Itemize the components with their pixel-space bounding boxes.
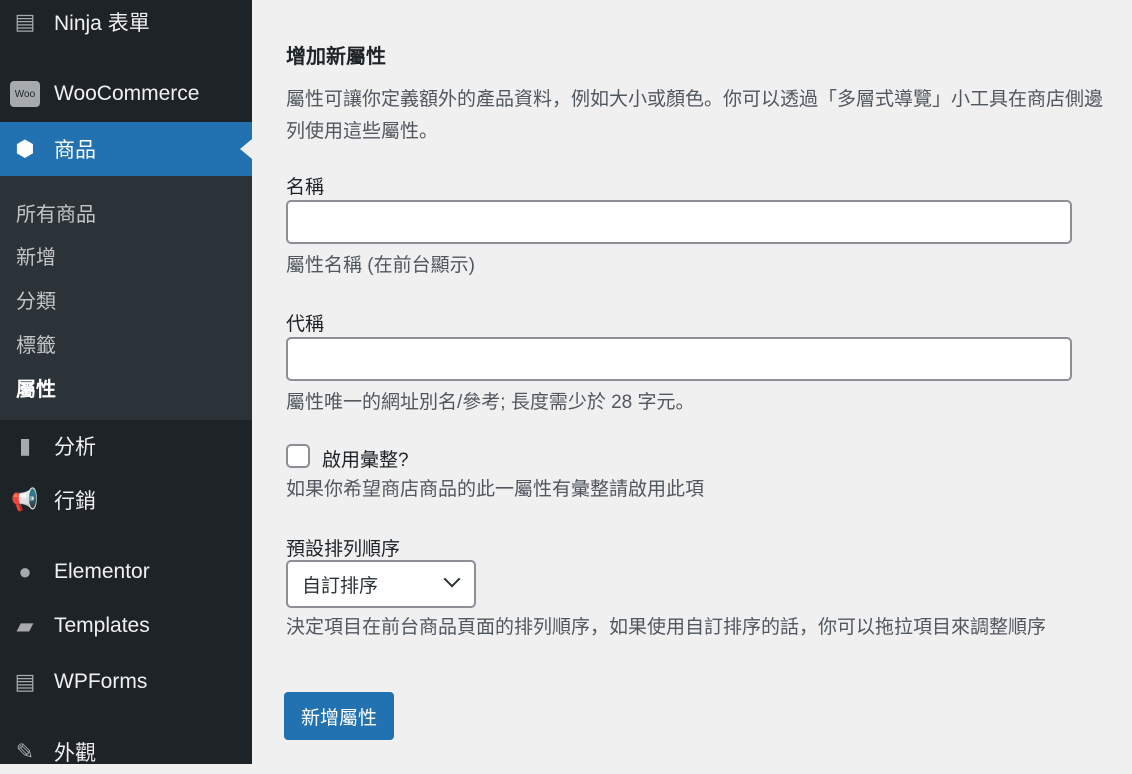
slug-help: 屬性唯一的網址別名/參考; 長度需少於 28 字元。 — [286, 392, 695, 413]
submenu-tags[interactable]: 標籤 — [16, 329, 56, 358]
add-attribute-button[interactable]: 新增屬性 — [284, 692, 395, 740]
admin-sidebar: ▤ Ninja 表單 Woo WooCommerce ⬢ 商品 所有商品 新增 分類 … — [0, 0, 252, 765]
products-submenu: 所有商品 新增 分類 標籤 屬性 — [0, 176, 252, 420]
menu-woocommerce[interactable]: Woo WooCommerce — [0, 72, 252, 116]
megaphone-icon: 📢 — [11, 487, 39, 512]
menu-elementor[interactable]: ● Elementor — [0, 550, 252, 594]
form-icon: ▤ — [14, 9, 36, 34]
chevron-down-icon — [443, 570, 461, 588]
menu-templates[interactable]: ▰ Templates — [0, 604, 252, 648]
menu-wpforms[interactable]: ▤ WPForms — [0, 660, 252, 704]
submenu-add-new[interactable]: 新增 — [16, 241, 56, 270]
order-label: 預設排列順序 — [286, 539, 401, 560]
menu-marketing[interactable]: 📢 行銷 — [0, 478, 252, 522]
folder-icon: ▰ — [16, 613, 34, 638]
name-help: 屬性名稱 (在前台顯示) — [286, 255, 475, 276]
menu-appearance[interactable]: ✎ 外觀 — [0, 730, 252, 774]
menu-analytics[interactable]: ▮ 分析 — [0, 424, 252, 468]
wpforms-icon: ▤ — [14, 669, 36, 694]
menu-ninja-forms[interactable]: ▤ Ninja 表單 — [0, 0, 252, 44]
submenu-all-products[interactable]: 所有商品 — [16, 198, 96, 227]
slug-input[interactable] — [286, 337, 1072, 381]
current-arrow — [240, 139, 252, 159]
slug-label: 代稱 — [286, 314, 325, 335]
name-label: 名稱 — [286, 177, 325, 198]
bar-chart-icon: ▮ — [18, 433, 32, 458]
archive-label[interactable]: 啟用彙整? — [322, 445, 409, 472]
name-input[interactable] — [286, 200, 1072, 244]
archive-help: 如果你希望商店商品的此一屬性有彙整請啟用此項 — [286, 479, 705, 500]
order-select[interactable]: 自訂排序 — [286, 560, 476, 608]
archive-checkbox[interactable] — [286, 444, 310, 468]
form-title: 增加新屬性 — [286, 46, 386, 68]
menu-products[interactable]: ⬢ 商品 — [0, 122, 252, 176]
woo-icon: Woo — [10, 81, 40, 107]
submenu-categories[interactable]: 分類 — [16, 285, 56, 314]
intro-text: 屬性可讓你定義額外的產品資料，例如大小或顏色。你可以透過「多層式導覽」小工具在商… — [286, 89, 1104, 142]
submenu-attributes[interactable]: 屬性 — [16, 373, 56, 402]
elementor-icon: ● — [18, 559, 32, 584]
order-help: 決定項目在前台商品頁面的排列順序，如果使用自訂排序的話，你可以拖拉項目來調整順序 — [286, 617, 1047, 638]
box-icon: ⬢ — [15, 136, 35, 161]
